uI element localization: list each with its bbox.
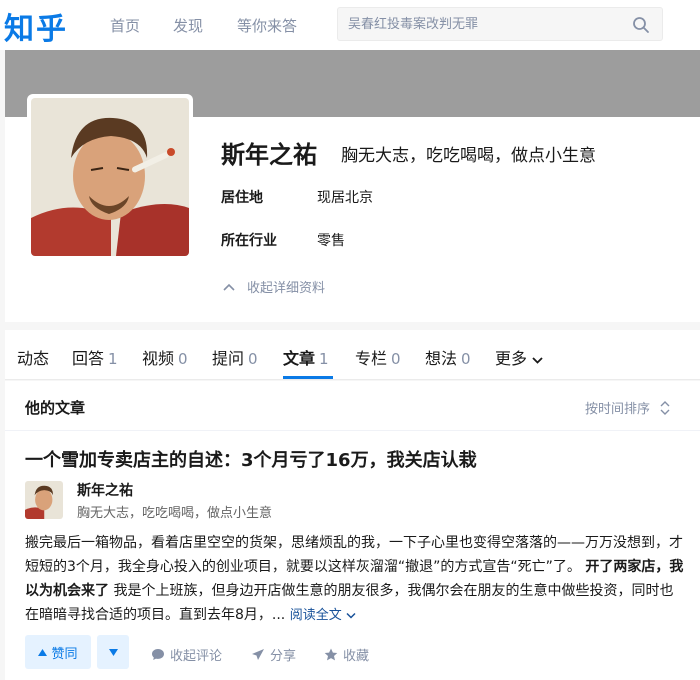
- collapse-details-button[interactable]: 收起详细资料: [223, 277, 325, 296]
- tab-count: 0: [178, 350, 188, 368]
- collapse-details-label: 收起详细资料: [247, 281, 326, 296]
- tab-label: 提问: [212, 349, 245, 368]
- tab-label: 回答: [72, 349, 105, 368]
- tab-label: 想法: [425, 349, 458, 368]
- tab-count: 0: [248, 350, 258, 368]
- tab-articles[interactable]: 文章 1: [283, 345, 329, 369]
- search-icon[interactable]: [632, 16, 650, 34]
- downvote-button[interactable]: [97, 635, 129, 669]
- tab-more[interactable]: 更多: [495, 345, 543, 369]
- author-bio: 胸无大志，吃吃喝喝，做点小生意: [77, 506, 273, 521]
- sort-toggle[interactable]: 按时间排序: [585, 398, 670, 417]
- nav-waiting-answers[interactable]: 等你来答: [237, 15, 297, 36]
- search-box: [337, 7, 663, 41]
- profile-card: 斯年之祐 胸无大志，吃吃喝喝，做点小生意 居住地 现居北京 所在行业 零售 收起…: [5, 94, 700, 322]
- chevron-down-icon: [346, 612, 356, 619]
- vote-buttons: 赞同: [25, 635, 129, 669]
- upvote-label: 赞同: [51, 646, 78, 662]
- triangle-down-icon: [108, 648, 118, 656]
- tab-questions[interactable]: 提问 0: [212, 345, 258, 369]
- favorite-button[interactable]: 收藏: [324, 645, 369, 664]
- zhihu-logo[interactable]: 知乎: [4, 4, 68, 48]
- favorite-label: 收藏: [343, 649, 370, 664]
- triangle-up-icon: [38, 648, 48, 656]
- nav-home[interactable]: 首页: [110, 15, 140, 36]
- share-label: 分享: [270, 649, 297, 664]
- tab-count: 1: [108, 350, 118, 368]
- articles-header: 他的文章 按时间排序: [5, 381, 700, 431]
- comment-label: 收起评论: [170, 649, 223, 664]
- comment-button[interactable]: 收起评论: [151, 645, 222, 664]
- read-more-link[interactable]: 阅读全文: [290, 608, 356, 623]
- info-label-industry: 所在行业: [221, 233, 277, 249]
- article-title[interactable]: 一个雪加专卖店主的自述：3个月亏了16万，我关店认栽: [25, 446, 477, 472]
- chevron-down-icon: [532, 357, 543, 364]
- info-value-location: 现居北京: [317, 190, 373, 206]
- tab-answers[interactable]: 回答 1: [72, 345, 118, 369]
- tab-videos[interactable]: 视频 0: [142, 345, 188, 369]
- avatar-illustration: [31, 98, 189, 256]
- top-navbar: 知乎 首页 发现 等你来答: [0, 0, 700, 50]
- author-avatar-illustration: [25, 481, 63, 519]
- tab-count: 1: [319, 350, 329, 368]
- article-excerpt[interactable]: 搬完最后一箱物品，看着店里空空的货架，思绪烦乱的我，一下子心里也变得空落落的——…: [25, 531, 685, 628]
- author-name[interactable]: 斯年之祐: [77, 480, 133, 500]
- tab-thoughts[interactable]: 想法 0: [425, 345, 471, 369]
- author-avatar[interactable]: [25, 481, 63, 519]
- sort-icon: [660, 400, 670, 415]
- profile-headline: 胸无大志，吃吃喝喝，做点小生意: [341, 146, 596, 166]
- tab-label: 专栏: [355, 349, 388, 368]
- profile-name: 斯年之祐: [221, 141, 317, 169]
- tab-label: 动态: [17, 349, 50, 368]
- tab-label: 更多: [495, 349, 528, 368]
- search-input[interactable]: [348, 15, 618, 33]
- tab-count: 0: [391, 350, 401, 368]
- upvote-button[interactable]: 赞同: [25, 635, 91, 669]
- star-icon: [324, 648, 338, 661]
- read-more-label: 阅读全文: [289, 608, 342, 623]
- profile-tabs: 动态 回答 1 视频 0 提问 0 文章 1 专栏 0 想法 0 更多: [5, 330, 700, 380]
- avatar[interactable]: [31, 98, 189, 256]
- info-value-industry: 零售: [317, 233, 345, 249]
- tab-label: 文章: [283, 349, 316, 368]
- tab-columns[interactable]: 专栏 0: [355, 345, 401, 369]
- articles-section: 他的文章 按时间排序 一个雪加专卖店主的自述：3个月亏了16万，我关店认栽 斯年…: [5, 381, 700, 680]
- avatar-frame: [27, 94, 193, 260]
- nav-discover[interactable]: 发现: [173, 15, 203, 36]
- comment-icon: [152, 649, 164, 660]
- tab-activity[interactable]: 动态: [17, 345, 49, 369]
- chevron-up-icon: [223, 283, 235, 291]
- share-icon: [252, 649, 264, 660]
- articles-heading: 他的文章: [25, 399, 86, 417]
- info-label-location: 居住地: [221, 190, 263, 206]
- tab-count: 0: [461, 350, 471, 368]
- sort-label: 按时间排序: [584, 402, 650, 417]
- tab-label: 视频: [142, 349, 175, 368]
- active-tab-indicator: [283, 376, 333, 379]
- share-button[interactable]: 分享: [251, 645, 296, 664]
